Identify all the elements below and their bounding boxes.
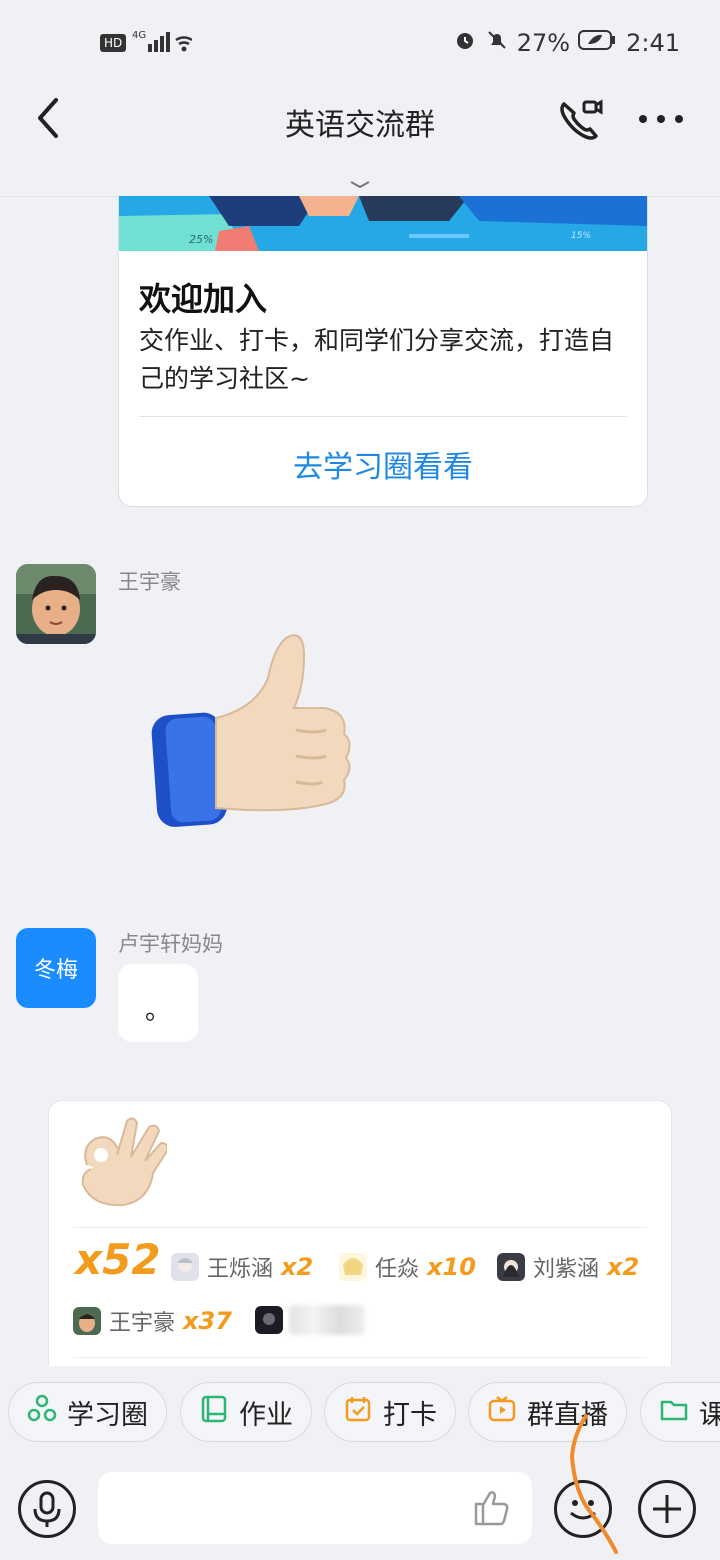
reactor-item[interactable]: 任焱 x10 [339, 1251, 476, 1283]
chip-homework[interactable]: 作业 [180, 1382, 312, 1442]
avatar-text: 冬梅 [33, 958, 78, 983]
circle-nodes-icon [27, 1394, 57, 1431]
chip-label: 学习圈 [67, 1399, 148, 1431]
user-photo-icon [16, 564, 96, 644]
reactor-count: x2 [607, 1253, 640, 1281]
reactor-count: x2 [281, 1253, 314, 1281]
mute-bell-icon [485, 28, 509, 58]
ok-hand-icon [81, 1117, 169, 1207]
card-title: 欢迎加入 [139, 280, 268, 318]
divider [73, 1357, 647, 1358]
reactor-count: x37 [183, 1307, 232, 1335]
page-title: 英语交流群 [285, 108, 435, 143]
microphone-icon [33, 1491, 61, 1527]
reactor-avatar [73, 1307, 101, 1335]
reactor-avatar [339, 1253, 367, 1281]
reactor-name: 任焱 [375, 1257, 420, 1282]
tv-play-icon [487, 1394, 517, 1431]
chip-label: 打卡 [383, 1399, 437, 1431]
chip-checkin[interactable]: 打卡 [324, 1382, 456, 1442]
calendar-check-icon [343, 1394, 373, 1431]
reactor-count: x10 [427, 1253, 476, 1281]
plus-icon [653, 1495, 681, 1523]
reactor-item-redacted[interactable] [255, 1305, 365, 1335]
divider [73, 1227, 647, 1228]
reactor-name: 王宇豪 [109, 1311, 176, 1336]
voice-button[interactable] [18, 1480, 76, 1538]
status-right: 27% 2:41 [453, 28, 680, 58]
banner-tag-1: 25% [189, 233, 213, 246]
annotation-stroke [569, 1414, 618, 1554]
thumbs-up-sticker[interactable] [146, 626, 358, 830]
chevron-down-icon [350, 181, 370, 189]
sender-name: 王宇豪 [118, 570, 181, 594]
divider [139, 416, 627, 417]
call-button[interactable] [556, 94, 606, 144]
status-bar: HD 4G 27% 2:41 [0, 0, 720, 84]
more-button[interactable] [636, 104, 686, 134]
phone-video-icon [560, 99, 603, 140]
reactor-avatar [255, 1306, 283, 1334]
reactor-avatar [497, 1253, 525, 1281]
reactor-avatar [171, 1253, 199, 1281]
svg-text:4G: 4G [132, 30, 146, 41]
folder-icon [659, 1394, 689, 1431]
reactor-name: 刘紫涵 [533, 1257, 600, 1282]
reactor-item[interactable]: 王烁涵 x2 [171, 1251, 313, 1283]
welcome-card[interactable]: 25% 15% 欢迎加入 交作业、打卡，和同学们分享交流，打造自己的学习社区~ … [118, 196, 648, 507]
avatar[interactable]: 冬梅 [16, 928, 96, 1008]
book-icon [199, 1394, 229, 1431]
message-text: 。 [144, 995, 171, 1026]
sender-name: 卢宇轩妈妈 [118, 932, 223, 956]
chip-course[interactable]: 课 [640, 1382, 720, 1442]
chat-header: 英语交流群 [0, 84, 720, 197]
go-study-circle-link[interactable]: 去学习圈看看 [119, 442, 647, 486]
card-description: 交作业、打卡，和同学们分享交流，打造自己的学习社区~ [139, 326, 615, 393]
chip-label: 课 [699, 1393, 720, 1432]
more-icon [639, 115, 683, 123]
ok-hand-emoji [77, 1115, 169, 1207]
add-button[interactable] [638, 1480, 696, 1538]
banner-tag-2: 15% [571, 231, 591, 241]
collapse-handle[interactable] [348, 176, 372, 195]
alarm-icon [453, 28, 477, 58]
signal-icon: 4G [132, 28, 193, 58]
thumbs-up-quick-icon[interactable] [470, 1486, 514, 1534]
welcome-banner: 25% 15% [119, 196, 647, 251]
blurred-name [289, 1305, 365, 1335]
reactor-item[interactable]: 王宇豪 x37 [73, 1305, 232, 1337]
reaction-total: x52 [75, 1235, 161, 1284]
avatar[interactable] [16, 564, 96, 644]
reactor-item[interactable]: 刘紫涵 x2 [497, 1251, 639, 1283]
clock-time: 2:41 [626, 29, 680, 57]
message-input[interactable] [98, 1472, 532, 1544]
thumbs-up-icon [151, 634, 351, 827]
chip-study-circle[interactable]: 学习圈 [8, 1382, 167, 1442]
reaction-card[interactable]: x52 王烁涵 x2 任焱 x10 刘紫涵 x2 王宇豪 x37 [48, 1100, 672, 1392]
message-bubble[interactable]: 。 [118, 964, 198, 1042]
chip-label: 作业 [239, 1399, 293, 1431]
network-indicator: HD 4G [100, 28, 193, 58]
reactor-name: 王烁涵 [207, 1257, 274, 1282]
battery-icon [578, 29, 618, 57]
